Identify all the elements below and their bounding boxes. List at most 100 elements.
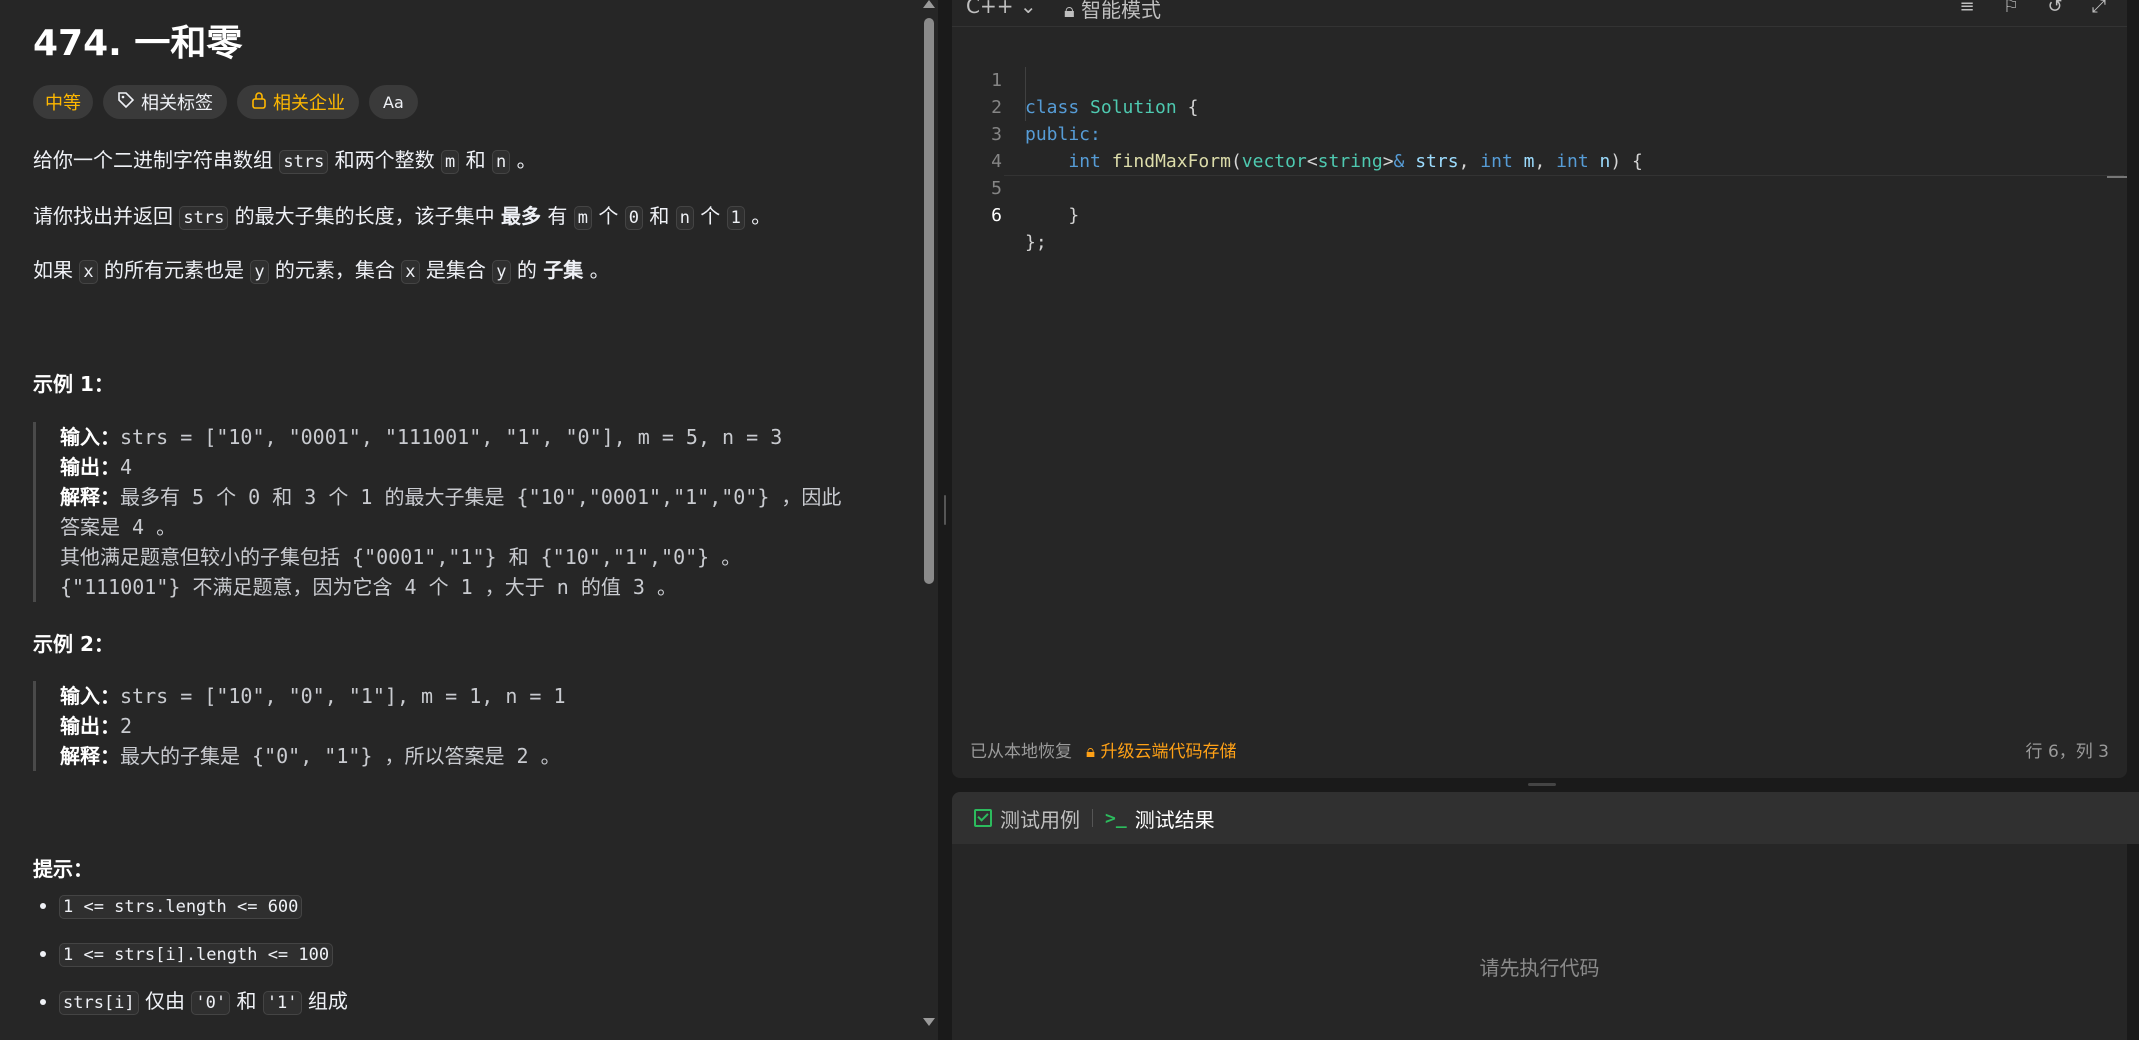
lock-icon bbox=[251, 91, 267, 114]
problem-title: 474. 一和零 bbox=[33, 23, 243, 64]
output-label: 输出： bbox=[60, 455, 120, 479]
code-line: 1 class Solution { bbox=[952, 40, 2127, 118]
text: 和两个整数 bbox=[328, 148, 442, 172]
description-scrollbar[interactable] bbox=[920, 0, 938, 1040]
code-area[interactable]: 1 class Solution { 2 public: 3 int findM… bbox=[952, 40, 2127, 253]
output-value: 2 bbox=[120, 714, 133, 738]
text: 个 bbox=[592, 204, 625, 228]
code-line: 5 } bbox=[952, 148, 2127, 226]
example-2-explain: 解释：最大的子集是 {"0", "1"} ，所以答案是 2 。 bbox=[60, 741, 566, 771]
line-number: 6 bbox=[991, 205, 1002, 226]
text: 。 bbox=[744, 204, 772, 228]
text: 。 bbox=[583, 258, 610, 282]
tag-row: 中等 相关标签 相关企业 Aa bbox=[33, 85, 418, 119]
example-2-input: 输入：strs = ["10", "0", "1"], m = 1, n = 1 bbox=[60, 681, 566, 711]
language-select[interactable]: C++ ⌄ bbox=[966, 0, 1037, 18]
list-item: strs[i] 仅由 '0' 和 '1' 组成 bbox=[59, 986, 348, 1016]
bookmark-icon[interactable]: ⚐ bbox=[2001, 0, 2021, 17]
panel-resize-handle[interactable] bbox=[938, 0, 952, 1040]
token: }; bbox=[1025, 232, 1047, 253]
description-line-1: 给你一个二进制字符串数组 strs 和两个整数 m 和 n 。 bbox=[33, 145, 537, 177]
tab-result[interactable]: >_ 测试结果 bbox=[1105, 804, 1215, 833]
inline-code: x bbox=[401, 260, 420, 284]
example-2-block: 输入：strs = ["10", "0", "1"], m = 1, n = 1… bbox=[33, 681, 566, 771]
format-icon[interactable]: ≡ bbox=[1957, 0, 1977, 17]
example-2-output: 输出：2 bbox=[60, 711, 566, 741]
inline-code: '1' bbox=[262, 991, 302, 1015]
list-item: 1 <= strs[i].length <= 100 bbox=[59, 938, 348, 968]
inline-code: strs bbox=[179, 206, 229, 230]
text: 的 bbox=[510, 258, 544, 282]
vertical-resize-handle[interactable] bbox=[1528, 783, 1556, 786]
text: 和 bbox=[459, 148, 492, 172]
overview-ruler-marker bbox=[2107, 176, 2127, 178]
editor-actions: ≡ ⚐ ↺ ⤢ bbox=[1957, 0, 2109, 17]
reset-icon[interactable]: ↺ bbox=[2045, 0, 2065, 17]
example-1-title: 示例 1： bbox=[33, 372, 114, 396]
explain-text: 最多有 5 个 0 和 3 个 1 的最大子集是 {"10","0001","1… bbox=[120, 485, 842, 509]
text: 的所有元素也是 bbox=[97, 258, 251, 282]
problem-panel: 474. 一和零 中等 相关标签 相关企业 Aa 给你一个二进制字符串数组 st… bbox=[0, 0, 938, 1040]
inline-code: 0 bbox=[624, 206, 643, 230]
restore-status: 已从本地恢复 bbox=[970, 742, 1072, 762]
description-line-3: 如果 x 的所有元素也是 y 的元素，集合 x 是集合 y 的 子集 。 bbox=[33, 255, 610, 287]
text: 和 bbox=[230, 989, 263, 1013]
upgrade-storage-link[interactable]: 🔒︎ 升级云端代码存储 bbox=[1086, 737, 1236, 762]
tab-testcase[interactable]: 测试用例 bbox=[974, 804, 1080, 833]
inline-code: strs[i] bbox=[59, 991, 139, 1015]
smart-mode-toggle[interactable]: 🔒︎ 智能模式 bbox=[1064, 0, 1161, 23]
problem-description: 474. 一和零 中等 相关标签 相关企业 Aa 给你一个二进制字符串数组 st… bbox=[0, 0, 918, 1040]
current-line-highlight bbox=[1004, 175, 2124, 176]
related-tags-button[interactable]: 相关标签 bbox=[103, 85, 227, 119]
translate-icon: Aa bbox=[383, 92, 404, 112]
explain-label: 解释： bbox=[60, 744, 120, 768]
related-companies-button[interactable]: 相关企业 bbox=[237, 85, 359, 119]
example-1-block: 输入：strs = ["10", "0001", "111001", "1", … bbox=[33, 422, 841, 602]
explain-text: 最大的子集是 {"0", "1"} ，所以答案是 2 。 bbox=[120, 744, 561, 768]
scroll-down-icon[interactable] bbox=[923, 1018, 935, 1026]
inline-code: n bbox=[492, 150, 511, 174]
editor-status: 已从本地恢复 🔒︎ 升级云端代码存储 bbox=[970, 737, 1236, 762]
output-value: 4 bbox=[120, 455, 133, 479]
explain-label: 解释： bbox=[60, 485, 120, 509]
explain-text: {"111001"} 不满足题意，因为它含 4 个 1 ，大于 n 的值 3 。 bbox=[60, 575, 677, 599]
scrollbar-thumb[interactable] bbox=[924, 18, 934, 584]
text: 仅由 bbox=[138, 989, 192, 1013]
tab-label: 测试结果 bbox=[1134, 807, 1215, 832]
text: 个 bbox=[693, 204, 727, 228]
scroll-up-icon[interactable] bbox=[923, 0, 935, 8]
translate-button[interactable]: Aa bbox=[369, 85, 418, 119]
related-companies-label: 相关企业 bbox=[273, 93, 345, 114]
text: 请你找出并返回 bbox=[33, 204, 180, 228]
resize-grip[interactable] bbox=[944, 495, 946, 525]
fullscreen-icon[interactable]: ⤢ bbox=[2089, 0, 2109, 17]
bold-text: 最多 bbox=[501, 204, 542, 228]
inline-code: 1 <= strs.length <= 600 bbox=[59, 895, 303, 919]
text: 组成 bbox=[301, 989, 348, 1013]
example-1-input: 输入：strs = ["10", "0001", "111001", "1", … bbox=[60, 422, 841, 452]
example-2-title: 示例 2： bbox=[33, 632, 114, 656]
cursor-position: 行 6，列 3 bbox=[2025, 742, 2109, 762]
hints-title: 提示： bbox=[33, 857, 93, 881]
description-line-2: 请你找出并返回 strs 的最大子集的长度，该子集中 最多 有 m 个 0 和 … bbox=[33, 201, 771, 233]
code-line: 6 }; bbox=[952, 175, 2127, 253]
editor-toolbar: C++ ⌄ 🔒︎ 智能模式 ≡ ⚐ ↺ ⤢ bbox=[952, 0, 2127, 27]
text: 的最大子集的长度，该子集中 bbox=[228, 204, 502, 228]
text: 有 bbox=[541, 204, 574, 228]
text: 给你一个二进制字符串数组 bbox=[33, 148, 280, 172]
bold-text: 子集 bbox=[543, 258, 584, 282]
input-value: strs = ["10", "0001", "111001", "1", "0"… bbox=[120, 425, 783, 449]
text: 如果 bbox=[33, 258, 80, 282]
upgrade-label: 升级云端代码存储 bbox=[1100, 742, 1237, 762]
difficulty-badge[interactable]: 中等 bbox=[33, 85, 93, 119]
input-value: strs = ["10", "0", "1"], m = 1, n = 1 bbox=[120, 684, 566, 708]
inline-code: m bbox=[441, 150, 460, 174]
output-label: 输出： bbox=[60, 714, 120, 738]
code-editor-panel: C++ ⌄ 🔒︎ 智能模式 ≡ ⚐ ↺ ⤢ 1 class Solution {… bbox=[952, 0, 2127, 778]
lock-icon: 🔒︎ bbox=[1086, 742, 1096, 762]
language-label: C++ bbox=[966, 0, 1014, 18]
tab-divider bbox=[1092, 809, 1093, 827]
related-tags-label: 相关标签 bbox=[141, 93, 213, 114]
hints-list: 1 <= strs.length <= 600 1 <= strs[i].len… bbox=[33, 890, 348, 1034]
explain-text: 其他满足题意但较小的子集包括 {"0001","1"} 和 {"10","1",… bbox=[60, 545, 742, 569]
